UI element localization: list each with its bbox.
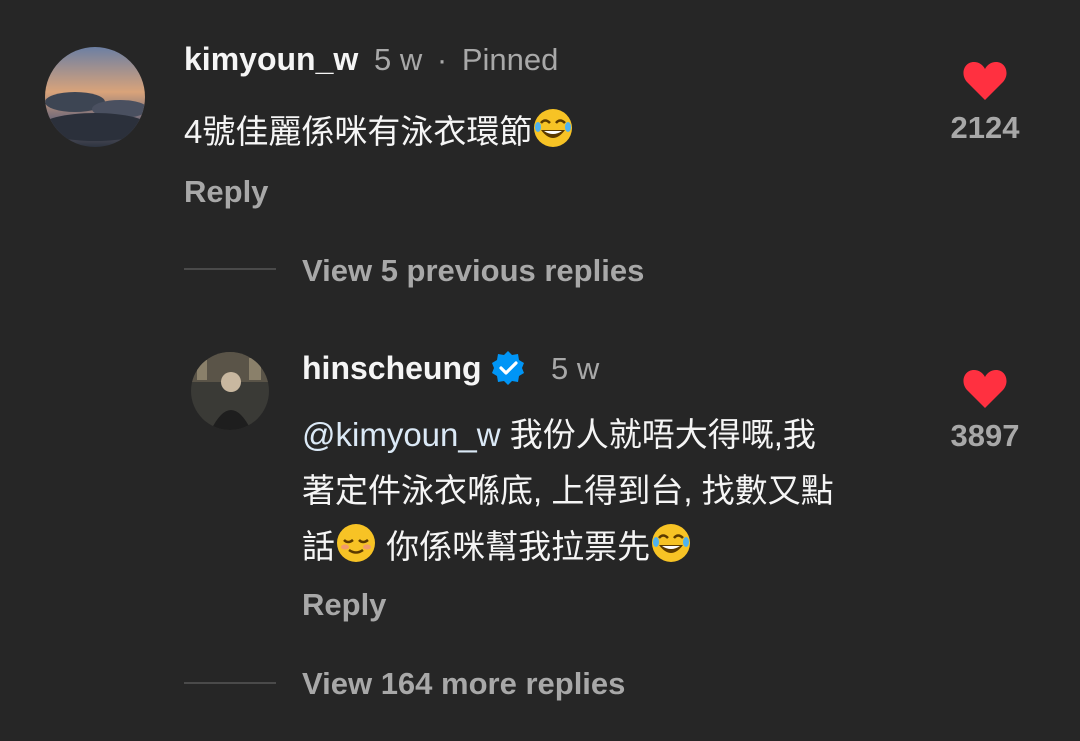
avatar-kimyoun[interactable] — [45, 47, 145, 147]
reply-username[interactable]: hinscheung — [302, 350, 482, 387]
like-block: 2124 — [930, 60, 1040, 146]
reply-line-2: 著定件泳衣喺底, 上得到台, 找數又點 — [302, 472, 834, 509]
comment-meta: 5 w · Pinned — [374, 42, 558, 78]
reply-line-1: @kimyoun_w 我份人就唔大得嘅,我 — [302, 407, 834, 463]
reply-text: @kimyoun_w 我份人就唔大得嘅,我 著定件泳衣喺底, 上得到台, 找數又… — [302, 407, 834, 581]
replies-divider — [184, 682, 276, 684]
reply-line-3: 話 你係咪幫我拉票先 — [302, 519, 834, 581]
comment-text-content: 4號佳麗係咪有泳衣環節 — [184, 113, 533, 150]
reply-line-3a: 話 — [302, 528, 335, 565]
pinned-label: Pinned — [461, 42, 559, 77]
reply-line-3b: 你係咪幫我拉票先 — [377, 528, 651, 565]
like-count: 3897 — [950, 418, 1020, 453]
comment-time: 5 w — [374, 42, 423, 77]
comment-text: 4號佳麗係咪有泳衣環節 — [184, 104, 574, 166]
heart-icon[interactable] — [962, 368, 1008, 410]
reply-button[interactable]: Reply — [302, 587, 386, 623]
person-avatar-image — [191, 352, 269, 430]
like-block: 3897 — [930, 368, 1040, 454]
comment-username[interactable]: kimyoun_w — [184, 41, 358, 78]
reply-line-1-text: 我份人就唔大得嘅,我 — [500, 416, 816, 453]
verified-badge-icon — [490, 350, 526, 391]
tears-of-joy-emoji-icon — [650, 522, 692, 581]
reply-time: 5 w — [551, 351, 600, 386]
relieved-emoji-icon — [335, 522, 377, 581]
view-previous-replies-button[interactable]: View 5 previous replies — [302, 253, 644, 289]
tears-of-joy-emoji-icon — [532, 107, 574, 166]
like-count: 2124 — [950, 110, 1020, 145]
sunset-sky-avatar-image — [45, 47, 145, 147]
meta-separator: · — [436, 42, 448, 77]
reply-button[interactable]: Reply — [184, 174, 268, 210]
heart-icon[interactable] — [962, 60, 1008, 102]
replies-divider — [184, 268, 276, 270]
avatar-hinscheung[interactable] — [191, 352, 269, 430]
view-more-replies-button[interactable]: View 164 more replies — [302, 666, 625, 702]
mention-link[interactable]: @kimyoun_w — [302, 416, 501, 453]
